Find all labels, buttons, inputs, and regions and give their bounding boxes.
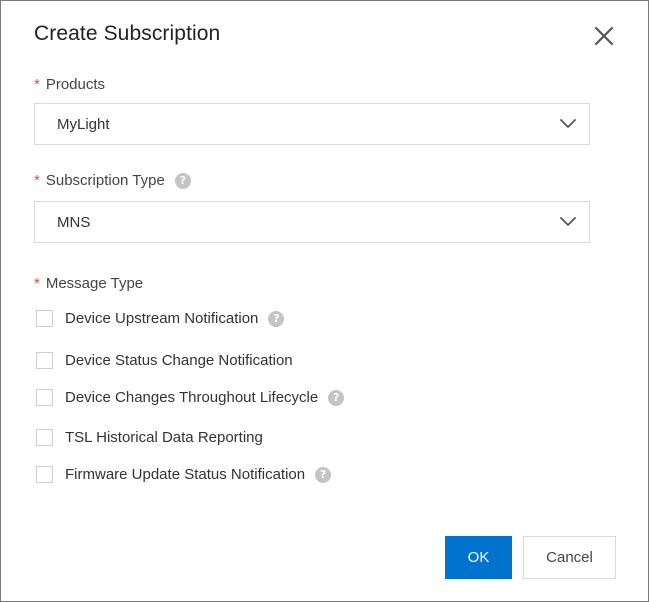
products-select-value: MyLight xyxy=(57,116,110,133)
checkbox[interactable] xyxy=(36,389,53,406)
subscription-type-select[interactable]: MNS xyxy=(34,201,590,243)
checkbox-label: Device Changes Throughout Lifecycle xyxy=(65,389,319,406)
chevron-down-icon xyxy=(560,119,576,128)
products-label: * Products xyxy=(34,76,105,93)
products-label-text: Products xyxy=(45,76,106,93)
checkbox[interactable] xyxy=(36,310,53,327)
close-icon xyxy=(594,26,614,46)
ok-button[interactable]: OK xyxy=(445,536,512,579)
dialog-title: Create Subscription xyxy=(34,22,221,45)
help-icon[interactable]: ? xyxy=(268,310,285,327)
message-type-label: * Message Type xyxy=(34,275,143,292)
help-icon[interactable]: ? xyxy=(328,389,345,406)
close-button[interactable] xyxy=(591,23,617,49)
help-icon[interactable]: ? xyxy=(174,172,191,189)
checkbox-label: Firmware Update Status Notification xyxy=(65,466,306,483)
checkbox-label: Device Upstream Notification xyxy=(65,310,259,327)
checkbox-label: TSL Historical Data Reporting xyxy=(65,429,263,446)
cancel-button[interactable]: Cancel xyxy=(523,536,616,579)
subscription-type-select-value: MNS xyxy=(57,214,91,231)
subscription-type-label: * Subscription Type ? xyxy=(34,172,191,189)
chevron-down-icon xyxy=(560,217,576,226)
required-mark: * xyxy=(34,76,40,93)
required-mark: * xyxy=(34,275,40,292)
create-subscription-dialog: Create Subscription * Products MyLight *… xyxy=(0,0,649,602)
message-type-option-device-lifecycle[interactable]: Device Changes Throughout Lifecycle ? xyxy=(36,389,345,406)
help-icon[interactable]: ? xyxy=(315,466,332,483)
checkbox[interactable] xyxy=(36,429,53,446)
message-type-option-tsl-historical[interactable]: TSL Historical Data Reporting xyxy=(36,429,263,446)
required-mark: * xyxy=(34,172,40,189)
products-select[interactable]: MyLight xyxy=(34,103,590,145)
message-type-label-text: Message Type xyxy=(45,275,144,292)
message-type-option-firmware-update[interactable]: Firmware Update Status Notification ? xyxy=(36,466,332,483)
subscription-type-label-text: Subscription Type xyxy=(45,172,165,189)
checkbox[interactable] xyxy=(36,352,53,369)
message-type-option-device-upstream[interactable]: Device Upstream Notification ? xyxy=(36,310,285,327)
checkbox[interactable] xyxy=(36,466,53,483)
checkbox-label: Device Status Change Notification xyxy=(65,352,293,369)
message-type-option-device-status-change[interactable]: Device Status Change Notification xyxy=(36,352,293,369)
